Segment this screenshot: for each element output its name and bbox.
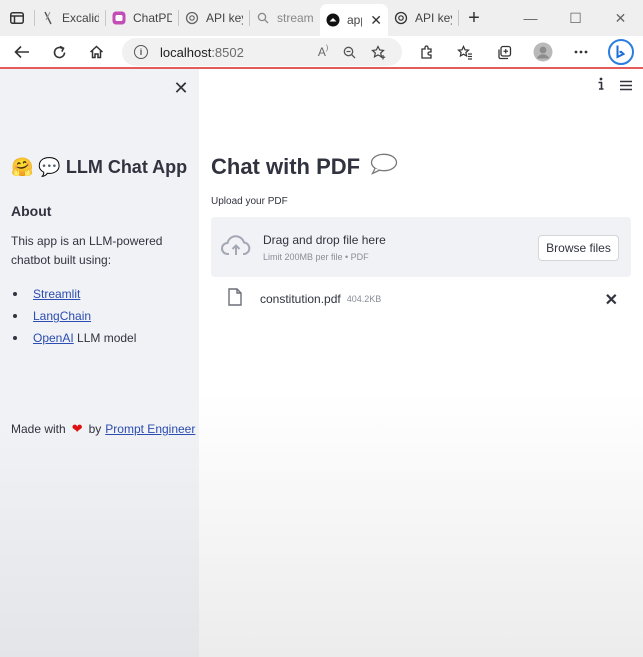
uploaded-file-size: 404.2KB (346, 294, 382, 304)
tab-label: API keys (206, 11, 243, 25)
list-item: Streamlit (11, 283, 136, 305)
main-menu-button[interactable] (619, 78, 633, 96)
browse-files-button[interactable]: Browse files (538, 235, 619, 261)
page-title-text: Chat with PDF (211, 154, 361, 179)
bullet (13, 314, 17, 318)
sidebar: ✕ 🤗 💬 LLM Chat App About This app is an … (0, 69, 199, 657)
add-favorite-icon[interactable] (364, 44, 394, 60)
made-with-by: by (88, 422, 102, 436)
site-info-icon[interactable]: i (134, 45, 148, 59)
refresh-button[interactable] (41, 36, 77, 68)
read-aloud-icon[interactable]: A) (312, 45, 334, 59)
bullet (13, 292, 17, 296)
tab-api-keys[interactable]: API keys (179, 4, 249, 32)
favorites-icon (457, 44, 472, 60)
tab-label: ChatPDF (133, 11, 172, 25)
refresh-icon (53, 45, 65, 58)
about-heading: About (11, 203, 52, 219)
tab-label: streamli (277, 11, 314, 25)
address-port: :8502 (211, 44, 244, 60)
run-status-button[interactable] (597, 77, 605, 96)
zoom-out-icon[interactable] (334, 46, 364, 59)
bing-chat-button[interactable] (603, 36, 639, 68)
speech-bubble-icon (370, 153, 398, 181)
close-window-button[interactable]: ✕ (598, 10, 643, 27)
sidebar-title-emojis: 🤗 💬 (11, 157, 61, 177)
streamlit-favicon-icon (326, 13, 340, 27)
address-bar-actions: A) (312, 36, 394, 68)
window-controls: — ☐ ✕ (508, 0, 643, 36)
search-icon (256, 11, 270, 25)
maximize-button[interactable]: ☐ (553, 10, 598, 27)
made-with-text: Made with (11, 422, 66, 436)
new-tab-button[interactable]: + (459, 4, 489, 32)
author-link[interactable]: Prompt Engineer (105, 422, 195, 436)
minimize-button[interactable]: — (508, 10, 553, 26)
tab-chatpdf[interactable]: ChatPDF (106, 4, 178, 32)
close-tab-icon[interactable]: ✕ (370, 12, 382, 29)
openai-suffix: LLM model (73, 331, 137, 345)
openai-link[interactable]: OpenAI (33, 331, 74, 345)
langchain-link[interactable]: LangChain (33, 309, 91, 323)
tab-label: Excalidra (62, 11, 99, 25)
dropzone-limit: Limit 200MB per file • PDF (263, 252, 369, 262)
tab-label: API keys (415, 11, 452, 25)
sidebar-title-text: LLM Chat App (65, 157, 188, 177)
heart-icon: ❤ (71, 421, 83, 436)
main-content: Chat with PDF Upload your PDF Drag and d… (199, 69, 643, 657)
bing-icon (608, 39, 634, 65)
tab-streamlit-search[interactable]: streamli (250, 4, 320, 32)
chatpdf-favicon-icon (112, 11, 126, 25)
about-description: This app is an LLM-powered chatbot built… (11, 234, 163, 267)
avatar (533, 42, 553, 62)
collections-icon (497, 45, 511, 59)
tab-actions-icon (10, 12, 24, 24)
home-button[interactable] (78, 36, 114, 68)
browser-toolbar: i localhost:8502 A) (0, 36, 643, 68)
address-host: localhost (160, 44, 212, 60)
collections-button[interactable] (486, 36, 522, 68)
hamburger-menu-icon (620, 80, 632, 90)
streamlit-link[interactable]: Streamlit (33, 287, 80, 301)
sidebar-title: 🤗 💬 LLM Chat App (11, 157, 187, 178)
back-button[interactable] (4, 36, 40, 68)
tab-strip: Excalidra ChatPDF API keys streamli app … (0, 0, 643, 36)
settings-menu-button[interactable] (563, 36, 599, 68)
remove-file-icon[interactable]: ✕ (605, 290, 618, 310)
extensions-icon (420, 44, 432, 59)
file-dropzone[interactable]: Drag and drop file here Limit 200MB per … (211, 217, 631, 277)
main-top-actions (597, 77, 633, 96)
dropzone-instructions: Drag and drop file here (263, 233, 386, 247)
home-icon (89, 45, 103, 59)
favorites-button[interactable] (447, 36, 483, 68)
sidebar-close-button[interactable]: ✕ (172, 79, 190, 97)
openai-favicon-icon (185, 11, 199, 25)
bullet (13, 336, 17, 340)
profile-button[interactable] (525, 36, 561, 68)
list-item: OpenAI LLM model (11, 327, 136, 349)
tab-label: app (347, 13, 362, 27)
tab-actions-button[interactable] (0, 0, 34, 36)
uploaded-file-row: constitution.pdf 404.2KB ✕ (211, 287, 631, 311)
upload-label: Upload your PDF (211, 196, 288, 207)
back-arrow-icon (14, 45, 29, 59)
tab-app-active[interactable]: app ✕ (320, 4, 388, 36)
made-with-footer: Made with ❤ by Prompt Engineer (11, 421, 195, 437)
excalidraw-favicon-icon (41, 11, 55, 25)
tech-list: Streamlit LangChain OpenAI LLM model (11, 283, 136, 349)
uploaded-file-name: constitution.pdf (260, 292, 341, 306)
cloud-upload-icon (221, 235, 251, 262)
file-icon (228, 287, 242, 311)
openai-favicon-icon (394, 11, 408, 25)
tab-api-keys-2[interactable]: API keys (388, 4, 458, 32)
more-horizontal-icon (574, 50, 588, 54)
extensions-button[interactable] (408, 36, 444, 68)
page-title: Chat with PDF (211, 153, 398, 181)
tab-excalidraw[interactable]: Excalidra (35, 4, 105, 32)
list-item: LangChain (11, 305, 136, 327)
running-icon (598, 77, 604, 90)
